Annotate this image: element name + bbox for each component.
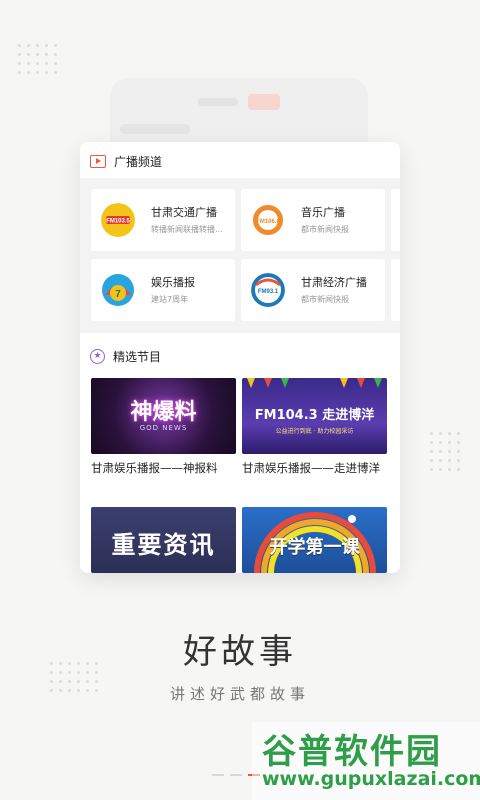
thumb-title: 神爆料 bbox=[130, 400, 197, 425]
program-card[interactable]: 神爆料 GOD NEWS 甘肃娱乐播报——神报料 bbox=[91, 378, 236, 477]
star-icon: ★ bbox=[90, 348, 105, 364]
hero-subtitle: 讲述好武都故事 bbox=[169, 685, 310, 703]
watermark-title: 谷普软件园 bbox=[262, 732, 442, 772]
channel-logo-icon: FM93.1 bbox=[251, 273, 285, 307]
decor-dots-top-left bbox=[18, 44, 57, 74]
thumb-subtitle: 公益进行到底 · 助力校园采访 bbox=[275, 428, 354, 435]
channel-desc: 都市新闻快报 bbox=[301, 225, 349, 234]
channel-card-peek[interactable] bbox=[391, 189, 400, 251]
channel-desc: 转播新闻联播转播… bbox=[151, 225, 223, 234]
channel-card[interactable]: FM106.6 音乐广播 都市新闻快报 bbox=[241, 189, 385, 251]
channel-logo-icon: 7 bbox=[102, 274, 134, 306]
radio-section-header: 广播频道 bbox=[90, 151, 162, 171]
ghost-badge bbox=[248, 94, 280, 110]
thumb-title: FM104.3 走进博洋 bbox=[254, 408, 375, 423]
featured-section-header: ★ 精选节目 bbox=[90, 346, 161, 366]
program-thumbnail: 重要资讯 bbox=[91, 507, 236, 573]
channel-desc: 建站7周年 bbox=[151, 295, 189, 304]
svg-text:7: 7 bbox=[115, 289, 121, 300]
program-caption: 甘肃娱乐播报——神报料 bbox=[91, 461, 218, 475]
thumb-title: 重要资讯 bbox=[111, 531, 216, 559]
radio-section-title: 广播频道 bbox=[114, 154, 163, 169]
radio-channel-area: FM103.5 甘肃交通广播 转播新闻联播转播… FM106.6 音乐广播 都市… bbox=[80, 178, 400, 333]
page-dot bbox=[230, 774, 242, 776]
channel-card[interactable]: FM103.5 甘肃交通广播 转播新闻联播转播… bbox=[91, 189, 235, 251]
svg-text:FM106.6: FM106.6 bbox=[256, 219, 280, 225]
program-caption: 甘肃娱乐播报——走进博洋 bbox=[242, 461, 380, 475]
program-thumbnail: 开学第一课 bbox=[242, 507, 387, 573]
ghost-line bbox=[120, 124, 190, 134]
thumb-title: 开学第一课 bbox=[269, 537, 360, 558]
channel-logo-icon: FM106.6 bbox=[253, 205, 283, 235]
channel-name: 娱乐播报 bbox=[151, 276, 195, 289]
program-thumbnail: FM104.3 走进博洋 公益进行到底 · 助力校园采访 bbox=[242, 378, 387, 454]
radio-play-icon bbox=[90, 154, 106, 168]
channel-desc: 都市新闻快报 bbox=[301, 295, 349, 304]
decor-dots-right bbox=[430, 432, 460, 471]
channel-card[interactable]: FM93.1 甘肃经济广播 都市新闻快报 bbox=[241, 259, 385, 321]
hero-title: 好故事 bbox=[183, 632, 297, 672]
channel-card-peek[interactable] bbox=[391, 259, 400, 321]
svg-text:FM103.5: FM103.5 bbox=[106, 219, 130, 225]
content-panel: 广播频道 FM103.5 甘肃交通广播 转播新闻联播转播… FM106.6 音乐… bbox=[80, 142, 400, 573]
ghost-bar bbox=[198, 98, 238, 106]
channel-name: 甘肃交通广播 bbox=[151, 206, 217, 219]
program-card[interactable]: FM104.3 走进博洋 公益进行到底 · 助力校园采访 甘肃娱乐播报——走进博… bbox=[242, 378, 387, 477]
svg-text:FM93.1: FM93.1 bbox=[258, 289, 279, 295]
watermark-url: www.gupuxlazai.com bbox=[262, 768, 480, 790]
bunting-decoration bbox=[247, 378, 382, 388]
watermark: 谷普软件园 www.gupuxlazai.com bbox=[252, 722, 480, 800]
program-card[interactable]: 重要资讯 bbox=[91, 507, 236, 573]
channel-name: 甘肃经济广播 bbox=[301, 276, 367, 289]
featured-section-title: 精选节目 bbox=[113, 349, 162, 364]
thumb-subtitle: GOD NEWS bbox=[139, 424, 188, 432]
channel-name: 音乐广播 bbox=[301, 206, 345, 219]
channel-card[interactable]: 7 娱乐播报 建站7周年 bbox=[91, 259, 235, 321]
page-dot bbox=[212, 774, 224, 776]
program-card[interactable]: 开学第一课 bbox=[242, 507, 387, 573]
channel-logo-icon: FM103.5 bbox=[101, 203, 135, 237]
program-thumbnail: 神爆料 GOD NEWS bbox=[91, 378, 236, 454]
